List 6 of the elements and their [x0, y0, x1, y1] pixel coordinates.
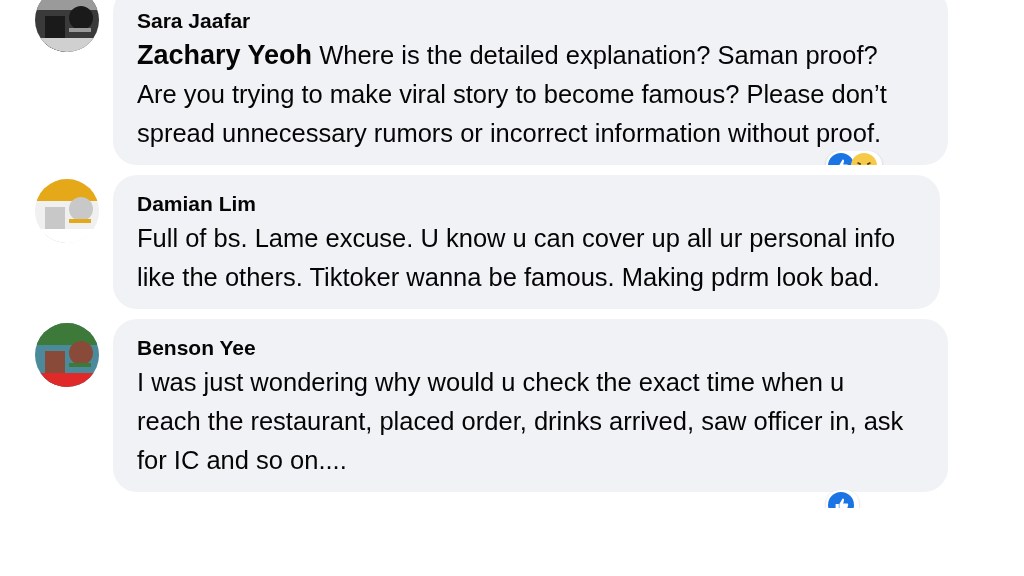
author-name[interactable]: Benson Yee — [137, 333, 924, 363]
author-name[interactable]: Sara Jaafar — [137, 6, 924, 36]
comment-text: I was just wondering why would u check the exact time when u reach the restaurant, placed order, drinks arrived, saw officer in, ask for IC and so on.... — [137, 367, 905, 476]
author-name[interactable]: Damian Lim — [137, 189, 916, 219]
comment-text: Full of bs. Lame excuse. U know u can cover up all ur personal info like the others. Tiktoker wanna be famous. Making pdrm look bad. — [137, 223, 897, 293]
comment-text: Zachary Yeoh Where is the detailed explanation? Saman proof? Are you trying to make viral story to become famous? Please don’t spread unnecessary rumors or incorrect information without proof. — [137, 39, 888, 149]
